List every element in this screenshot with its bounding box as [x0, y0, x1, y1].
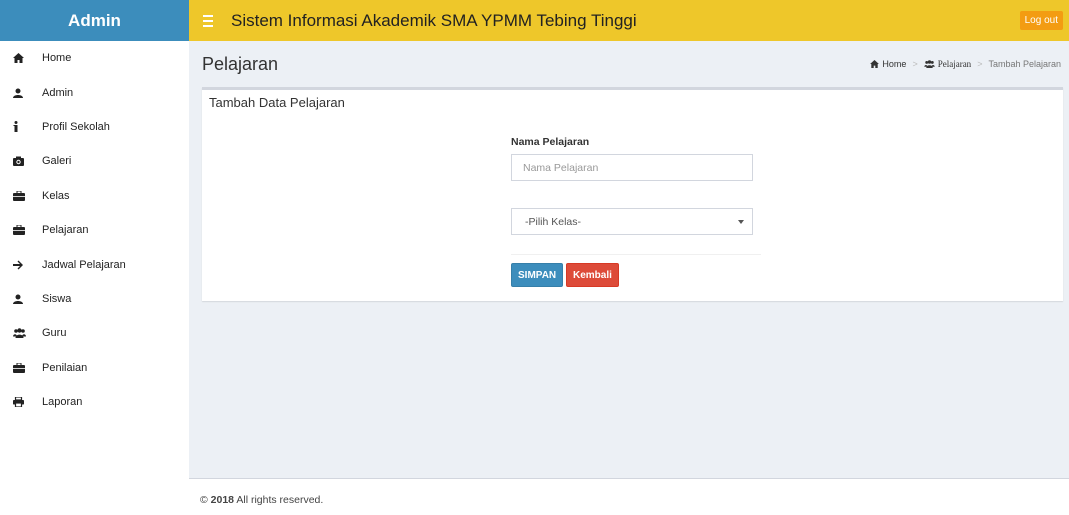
footer-text: All rights reserved. [236, 494, 324, 506]
sidebar-item-label: Galeri [42, 155, 72, 168]
content-area: Pelajaran Home > Pelajaran > Tambah Pela… [189, 41, 1069, 478]
sidebar-item-penilaian[interactable]: Penilaian [0, 351, 189, 385]
box-title: Tambah Data Pelajaran [209, 95, 345, 110]
sidebar-item-galeri[interactable]: Galeri [0, 144, 189, 178]
sidebar-item-jadwal-pelajaran[interactable]: Jadwal Pelajaran [0, 247, 189, 281]
breadcrumb-pelajaran[interactable]: Pelajaran [924, 59, 971, 69]
breadcrumb-separator: > [977, 59, 983, 69]
divider [511, 254, 761, 255]
briefcase-icon [13, 190, 33, 201]
sidebar-item-label: Admin [42, 86, 74, 99]
sidebar-item-pelajaran[interactable]: Pelajaran [0, 213, 189, 247]
sidebar-item-profil-sekolah[interactable]: Profil Sekolah [0, 110, 189, 144]
sidebar-item-kelas[interactable]: Kelas [0, 179, 189, 213]
briefcase-icon [13, 225, 33, 236]
logout-button[interactable]: Log out [1019, 11, 1063, 30]
briefcase-icon [13, 362, 33, 373]
sidebar-item-label: Siswa [42, 292, 72, 305]
users-icon [924, 60, 935, 68]
breadcrumb-label: Pelajaran [937, 59, 972, 69]
kelas-select-value: -Pilih Kelas- [525, 215, 582, 228]
sidebar-item-label: Pelajaran [42, 224, 89, 237]
sidebar-item-label: Guru [42, 327, 67, 340]
breadcrumb-home[interactable]: Home [870, 59, 906, 69]
sidebar-item-label: Profil Sekolah [42, 120, 110, 133]
breadcrumb-label: Home [882, 59, 907, 69]
info-icon [13, 121, 33, 133]
brand-logo[interactable]: Admin [0, 0, 189, 41]
sidebar-item-label: Home [42, 52, 72, 65]
sidebar: Home Admin Profil Sekolah Galeri Kelas P… [0, 41, 189, 478]
home-icon [870, 60, 880, 68]
nama-pelajaran-label: Nama Pelajaran [511, 136, 590, 148]
hamburger-icon[interactable] [194, 0, 222, 41]
camera-icon [13, 156, 33, 167]
form-box: Tambah Data Pelajaran Nama Pelajaran -Pi… [202, 87, 1063, 301]
users-icon [13, 328, 33, 339]
home-icon [13, 53, 33, 64]
nama-pelajaran-input[interactable] [511, 154, 753, 181]
sidebar-item-siswa[interactable]: Siswa [0, 282, 189, 316]
footer: © 2018 All rights reserved. [189, 478, 1069, 515]
sidebar-item-label: Jadwal Pelajaran [42, 258, 126, 271]
sidebar-item-label: Laporan [42, 396, 83, 409]
chevron-down-icon [738, 220, 744, 224]
printer-icon [13, 397, 33, 408]
sidebar-item-guru[interactable]: Guru [0, 316, 189, 350]
user-icon [13, 88, 33, 98]
footer-copyright: © 2018 All rights reserved. [200, 494, 324, 506]
back-button[interactable]: Kembali [566, 263, 619, 287]
sidebar-item-label: Kelas [42, 189, 70, 202]
breadcrumb-separator: > [912, 59, 918, 69]
sidebar-item-home[interactable]: Home [0, 41, 189, 75]
breadcrumb-current: Tambah Pelajaran [988, 59, 1061, 69]
kelas-select[interactable]: -Pilih Kelas- [511, 208, 753, 235]
sidebar-item-laporan[interactable]: Laporan [0, 385, 189, 419]
top-navbar: Sistem Informasi Akademik SMA YPMM Tebin… [189, 0, 1069, 41]
sidebar-item-label: Penilaian [42, 361, 88, 374]
sidebar-item-admin[interactable]: Admin [0, 75, 189, 109]
app-title: Sistem Informasi Akademik SMA YPMM Tebin… [231, 10, 637, 30]
save-button[interactable]: SIMPAN [511, 263, 564, 287]
user-icon [13, 294, 33, 304]
breadcrumb: Home > Pelajaran > Tambah Pelajaran [870, 59, 1061, 69]
arrow-right-icon [13, 260, 33, 270]
footer-year: 2018 [210, 494, 235, 506]
page-title: Pelajaran [202, 54, 279, 74]
